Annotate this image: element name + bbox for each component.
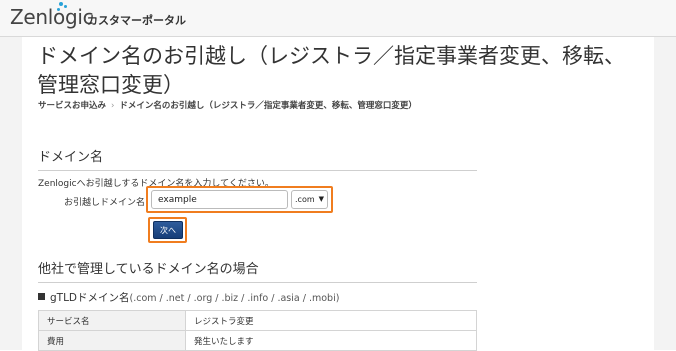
dropdown-arrow-icon: ▼	[318, 195, 324, 203]
breadcrumb-item-service-apply[interactable]: サービスお申込み	[38, 101, 106, 111]
table-cell-key: サービス名	[38, 310, 186, 331]
left-gutter	[0, 37, 22, 350]
table-cell-value: 発生いたします	[185, 330, 477, 351]
right-gutter	[654, 37, 676, 350]
logo-dots-icon	[56, 2, 68, 12]
logo-text: Zenlogic	[10, 5, 94, 29]
table-row: サービス名 レジストラ変更	[38, 310, 477, 331]
gtld-heading: gTLDドメイン名(.com / .net / .org / .biz / .i…	[38, 290, 339, 305]
gtld-list: (.com / .net / .org / .biz / .info / .as…	[129, 293, 340, 304]
table-cell-key: 費用	[38, 330, 186, 351]
tld-select-value: .com	[295, 195, 315, 204]
next-button[interactable]: 次へ	[153, 221, 183, 239]
other-registrar-heading: 他社で管理しているドメイン名の場合	[38, 258, 477, 283]
tld-select[interactable]: .com ▼	[291, 190, 328, 209]
table-cell-value: レジストラ変更	[185, 310, 477, 331]
table-row: 費用 発生いたします	[38, 330, 477, 351]
domain-input[interactable]: example	[151, 190, 288, 209]
breadcrumb: サービスお申込み › ドメイン名のお引越し（レジストラ／指定事業者変更、移転、管理窓…	[38, 99, 417, 111]
transfer-domain-label: お引越しドメイン名	[64, 198, 146, 208]
page-title: ドメイン名のお引越し（レジストラ／指定事業者変更、移転、管理窓口変更）	[37, 44, 625, 97]
gtld-info-table: サービス名 レジストラ変更 費用 発生いたします	[38, 310, 477, 351]
breadcrumb-separator-icon: ›	[111, 101, 115, 111]
top-header: Zenlogic カスタマーポータル	[0, 0, 676, 37]
gtld-title: gTLDドメイン名	[50, 292, 130, 304]
portal-title: カスタマーポータル	[87, 14, 186, 27]
breadcrumb-item-current: ドメイン名のお引越し（レジストラ／指定事業者変更、移転、管理窓口変更）	[119, 101, 417, 111]
square-bullet-icon	[38, 293, 45, 300]
domain-section-heading: ドメイン名	[38, 146, 477, 171]
zenlogic-logo[interactable]: Zenlogic	[10, 5, 94, 29]
